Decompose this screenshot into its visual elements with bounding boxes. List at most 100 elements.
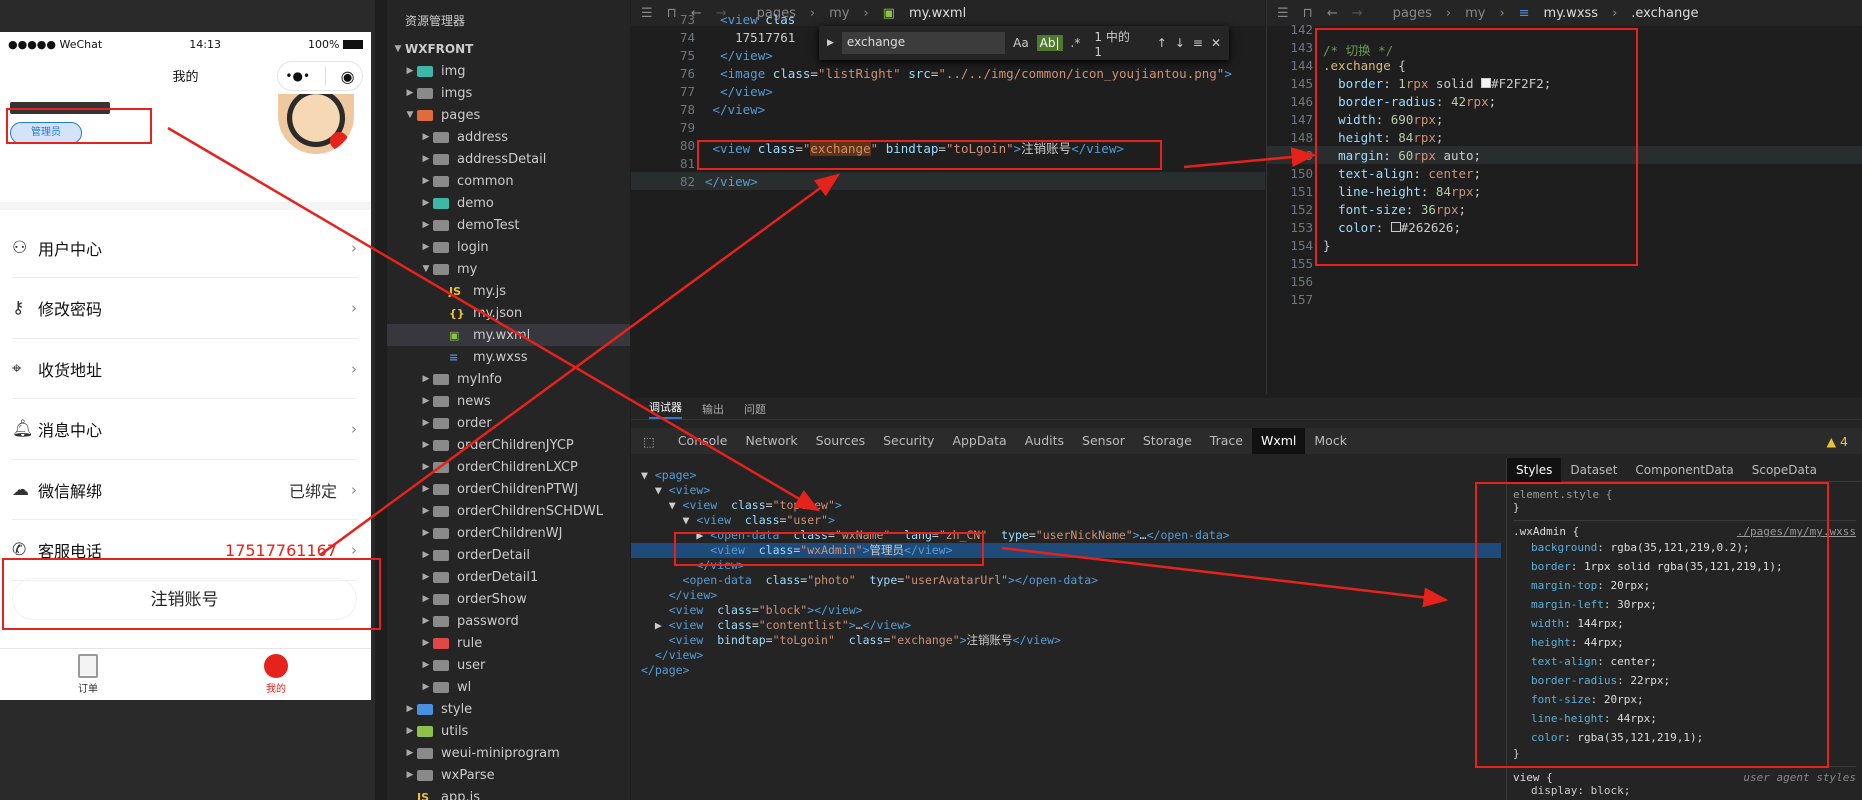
wxml-node[interactable]: </view> bbox=[631, 588, 1501, 603]
panel-tab-output[interactable]: 输出 bbox=[702, 401, 724, 417]
folder-icon bbox=[433, 241, 449, 253]
devtools-tab-trace[interactable]: Trace bbox=[1201, 428, 1252, 454]
wxml-node[interactable]: </view> bbox=[631, 648, 1501, 663]
wxml-node[interactable]: </page> bbox=[631, 663, 1501, 678]
explorer-item[interactable]: ▶ myInfo bbox=[387, 368, 630, 390]
avatar[interactable] bbox=[278, 94, 354, 154]
wxml-node[interactable]: <view bindtap="toLgoin" class="exchange"… bbox=[631, 633, 1501, 648]
code-line[interactable]: <image class="listRight" src="../../img/… bbox=[705, 66, 1232, 81]
regex-icon[interactable]: .* bbox=[1071, 36, 1081, 50]
explorer-item[interactable]: ▶ orderDetail1 bbox=[387, 566, 630, 588]
explorer-item[interactable]: ▶ img bbox=[387, 60, 630, 82]
tab-mine[interactable]: 我的 bbox=[236, 654, 316, 695]
explorer-item[interactable]: ▶ rule bbox=[387, 632, 630, 654]
explorer-item[interactable]: ▶ orderChildrenSCHDWL bbox=[387, 500, 630, 522]
more-icon[interactable]: •●• bbox=[285, 69, 310, 83]
code-line[interactable]: </view> bbox=[705, 102, 766, 117]
panel-tab-problems[interactable]: 问题 bbox=[744, 401, 766, 417]
styles-tab-scopedata[interactable]: ScopeData bbox=[1743, 458, 1826, 482]
explorer-item[interactable]: ▶ utils bbox=[387, 720, 630, 742]
styles-tab-dataset[interactable]: Dataset bbox=[1561, 458, 1626, 482]
explorer-item[interactable]: ▶ orderShow bbox=[387, 588, 630, 610]
back-icon[interactable]: ← bbox=[1327, 6, 1338, 21]
bookmark-icon[interactable]: ⊓ bbox=[1303, 6, 1313, 21]
code-line[interactable]: </view> bbox=[705, 48, 773, 63]
forward-icon[interactable]: → bbox=[1352, 6, 1363, 21]
devtools-tab-mock[interactable]: Mock bbox=[1305, 428, 1356, 454]
highlight-logout-button bbox=[2, 558, 381, 630]
close-find-icon[interactable]: ✕ bbox=[1211, 36, 1221, 50]
close-mini-program-icon[interactable]: ◉ bbox=[341, 67, 355, 86]
devtools-tab-wxml[interactable]: Wxml bbox=[1251, 428, 1306, 454]
whole-word-icon[interactable]: Ab| bbox=[1036, 35, 1063, 51]
explorer-item[interactable]: ▶ orderDetail bbox=[387, 544, 630, 566]
menu-item[interactable]: ⚷ 修改密码 › bbox=[12, 279, 357, 339]
wxml-node[interactable]: <open-data class="photo" type="userAvata… bbox=[631, 573, 1501, 588]
styles-tab-styles[interactable]: Styles bbox=[1507, 457, 1562, 482]
code-line[interactable]: 17517761 bbox=[705, 30, 795, 45]
wxml-node[interactable]: ▶ <view class="contentlist">…</view> bbox=[631, 618, 1501, 633]
list-icon[interactable]: ☰ bbox=[1277, 6, 1289, 21]
capsule-menu[interactable]: •●• ◉ bbox=[277, 61, 363, 91]
code-line[interactable]: <view clas bbox=[705, 12, 795, 27]
explorer-item[interactable]: ▶ order bbox=[387, 412, 630, 434]
devtools-tab-appdata[interactable]: AppData bbox=[943, 428, 1015, 454]
match-case-icon[interactable]: Aa bbox=[1013, 36, 1029, 50]
list-icon[interactable]: ☰ bbox=[641, 6, 653, 21]
explorer-item[interactable]: JS my.js bbox=[387, 280, 630, 302]
explorer-item[interactable]: ▶ orderChildrenPTWJ bbox=[387, 478, 630, 500]
explorer-item[interactable]: ▶ demoTest bbox=[387, 214, 630, 236]
styles-tab-componentdata[interactable]: ComponentData bbox=[1626, 458, 1742, 482]
find-in-selection-icon[interactable]: ≡ bbox=[1193, 36, 1203, 50]
find-input[interactable]: exchange bbox=[841, 32, 1006, 54]
devtools-tab-sources[interactable]: Sources bbox=[807, 428, 874, 454]
explorer-item[interactable]: ▶ addressDetail bbox=[387, 148, 630, 170]
code-line[interactable]: </view> bbox=[705, 84, 773, 99]
explorer-item[interactable]: ▶ imgs bbox=[387, 82, 630, 104]
devtools-tab-network[interactable]: Network bbox=[736, 428, 806, 454]
wxml-node[interactable]: ▼ <view class="topView"> bbox=[631, 498, 1501, 513]
explorer-item[interactable]: ▶ orderChildrenLXCP bbox=[387, 456, 630, 478]
wxml-node[interactable]: ▼ <view class="user"> bbox=[631, 513, 1501, 528]
explorer-item[interactable]: ≡ my.wxss bbox=[387, 346, 630, 368]
wxml-node[interactable]: <view class="block"></view> bbox=[631, 603, 1501, 618]
explorer-item[interactable]: ▣ my.wxml bbox=[387, 324, 630, 346]
explorer-item[interactable]: JS app.js bbox=[387, 786, 630, 800]
explorer-item[interactable]: ▶ user bbox=[387, 654, 630, 676]
previous-match-icon[interactable]: ↑ bbox=[1157, 36, 1167, 50]
wxml-node[interactable]: ▼ <page> bbox=[631, 468, 1501, 483]
code-line[interactable]: </view> bbox=[705, 174, 758, 189]
chevron-right-icon: ▶ bbox=[422, 396, 430, 406]
explorer-item[interactable]: ▶ orderChildrenWJ bbox=[387, 522, 630, 544]
explorer-item[interactable]: ▼ my bbox=[387, 258, 630, 280]
explorer-item[interactable]: ▶ demo bbox=[387, 192, 630, 214]
explorer-item[interactable]: ▶ news bbox=[387, 390, 630, 412]
tab-orders[interactable]: 订单 bbox=[48, 654, 128, 695]
menu-item[interactable]: ☁ 微信解绑 已绑定 › bbox=[12, 460, 357, 520]
explorer-item[interactable]: ▶ style bbox=[387, 698, 630, 720]
next-match-icon[interactable]: ↓ bbox=[1175, 36, 1185, 50]
explorer-item[interactable]: ▼ pages bbox=[387, 104, 630, 126]
devtools-tab-audits[interactable]: Audits bbox=[1016, 428, 1073, 454]
devtools-tab-sensor[interactable]: Sensor bbox=[1073, 428, 1134, 454]
devtools-tab-storage[interactable]: Storage bbox=[1134, 428, 1201, 454]
menu-item[interactable]: 🔔︎ 消息中心 › bbox=[12, 400, 357, 460]
explorer-root[interactable]: ▼ WXFRONT bbox=[387, 38, 630, 60]
wxml-node[interactable]: ▼ <view> bbox=[631, 483, 1501, 498]
explorer-item[interactable]: ▶ login bbox=[387, 236, 630, 258]
menu-item[interactable]: ⌖ 收货地址 › bbox=[12, 339, 357, 399]
explorer-item[interactable]: ▶ password bbox=[387, 610, 630, 632]
explorer-item[interactable]: ▶ weui-miniprogram bbox=[387, 742, 630, 764]
explorer-item[interactable]: ▶ address bbox=[387, 126, 630, 148]
explorer-item[interactable]: ▶ wxParse bbox=[387, 764, 630, 786]
panel-tab-debugger[interactable]: 调试器 bbox=[649, 399, 682, 419]
expand-replace-icon[interactable]: ▶ bbox=[827, 38, 834, 48]
explorer-item[interactable]: ▶ orderChildrenJYCP bbox=[387, 434, 630, 456]
devtools-tab-console[interactable]: Console bbox=[669, 428, 737, 454]
inspect-element-icon[interactable]: ⬚ bbox=[643, 434, 655, 449]
explorer-item[interactable]: ▶ wl bbox=[387, 676, 630, 698]
devtools-tab-security[interactable]: Security bbox=[874, 428, 943, 454]
explorer-item[interactable]: ▶ common bbox=[387, 170, 630, 192]
explorer-item[interactable]: {} my.json bbox=[387, 302, 630, 324]
menu-item[interactable]: ⚇ 用户中心 › bbox=[12, 218, 357, 278]
